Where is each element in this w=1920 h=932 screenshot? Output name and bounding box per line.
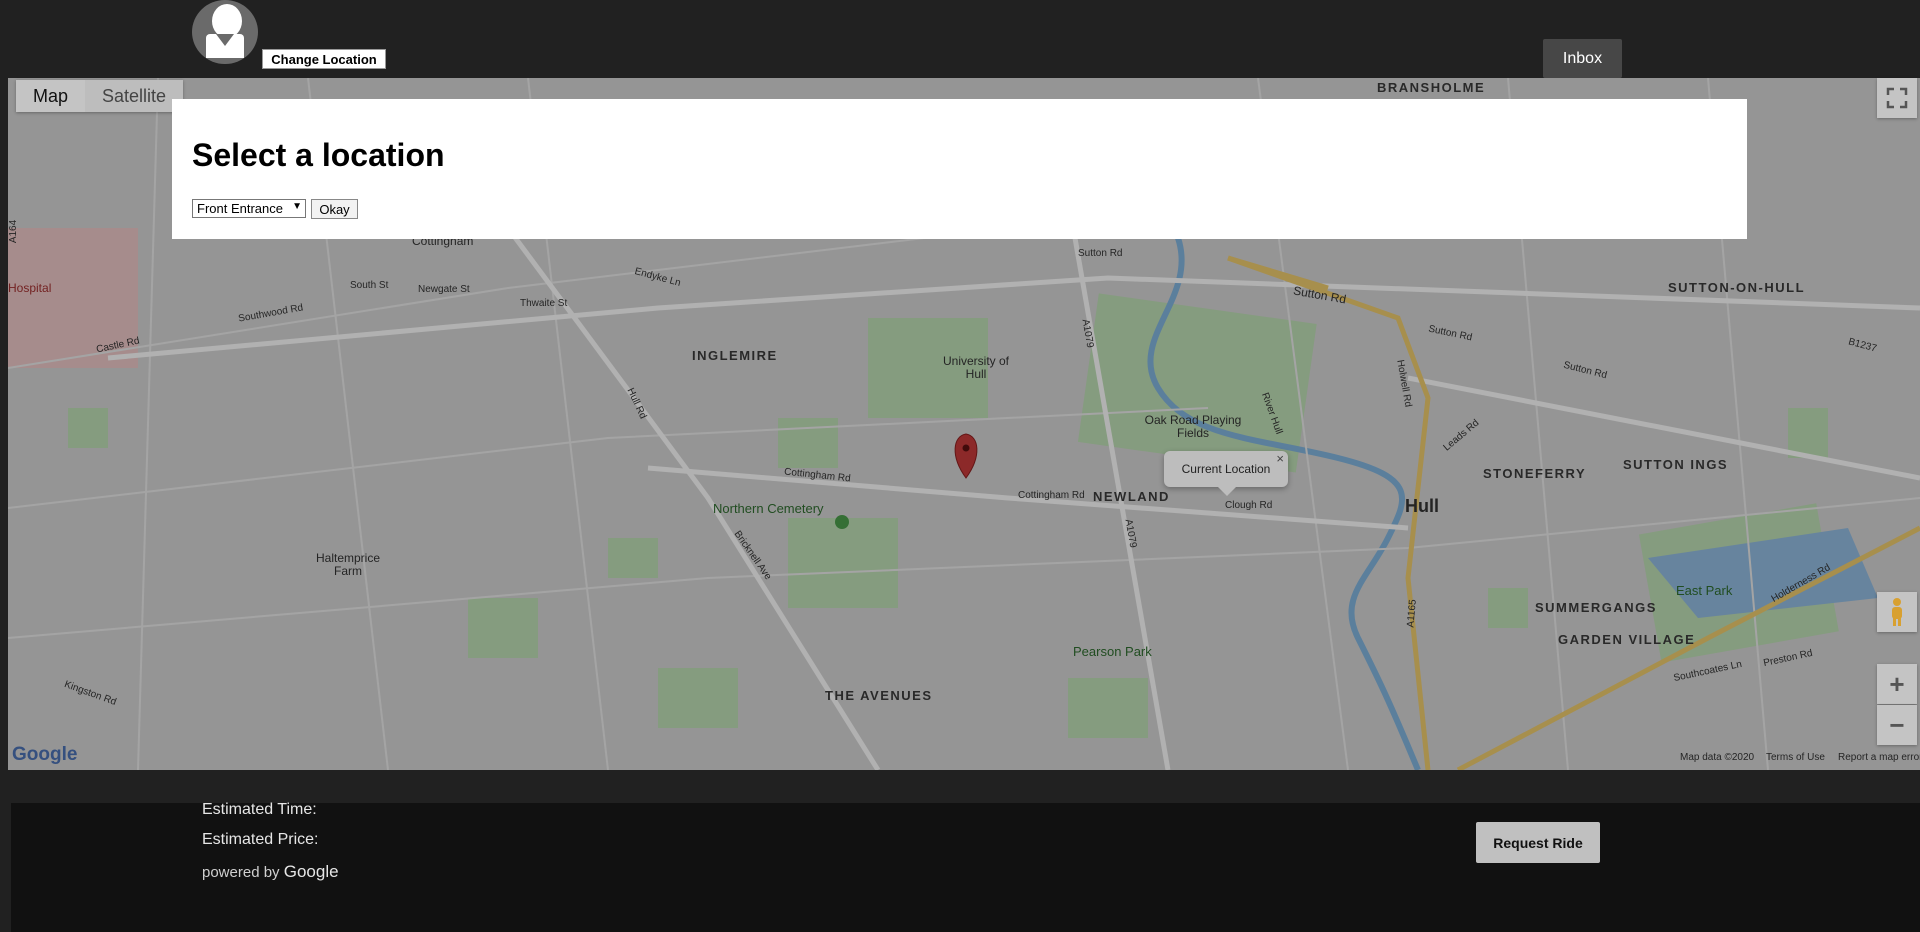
zoom-out-button[interactable]: −: [1877, 705, 1917, 745]
map-label-northern-cemetery: Northern Cemetery: [713, 501, 824, 516]
map-label-garden-village: GARDEN VILLAGE: [1558, 632, 1696, 647]
powered-by-google: powered by Google: [202, 862, 339, 882]
info-window: Current Location ×: [1164, 451, 1288, 496]
map-attribution-data: Map data ©2020: [1680, 752, 1755, 763]
report-map-error-link[interactable]: Report a map error: [1838, 752, 1920, 763]
request-ride-button[interactable]: Request Ride: [1476, 822, 1600, 863]
map-label-oak-road: Oak Road Playing Fields: [1144, 413, 1242, 440]
pegman-icon: [1892, 598, 1902, 626]
map-label-haltemprice-farm: Haltemprice Farm: [315, 551, 381, 578]
estimated-price-label: Estimated Price:: [202, 831, 319, 848]
terms-of-use-link[interactable]: Terms of Use: [1766, 752, 1825, 763]
map-label-south-st: South St: [350, 280, 389, 291]
map-label-the-avenues: THE AVENUES: [825, 688, 933, 703]
dropdown-arrow-icon: ▼: [292, 201, 302, 212]
map-label-summergangs: SUMMERGANGS: [1535, 600, 1657, 615]
map-type-control: Map Satellite: [16, 80, 184, 112]
close-icon[interactable]: ×: [1276, 451, 1284, 466]
map-type-map-button[interactable]: Map: [16, 80, 86, 112]
change-location-button[interactable]: Change Location: [262, 49, 386, 69]
street-view-button[interactable]: [1877, 592, 1917, 632]
map-label-stoneferry: STONEFERRY: [1483, 466, 1587, 481]
location-select[interactable]: Front Entrance ▼: [192, 199, 306, 218]
map-label-hull: Hull: [1405, 496, 1439, 516]
powered-by-text: powered by: [202, 864, 280, 881]
map-label-east-park: East Park: [1676, 583, 1733, 598]
map-label-thwaite-st: Thwaite St: [520, 298, 568, 309]
map-label-newland: NEWLAND: [1093, 489, 1170, 504]
fullscreen-button[interactable]: [1877, 78, 1917, 118]
location-select-value: Front Entrance: [197, 201, 283, 216]
zoom-in-button[interactable]: +: [1877, 664, 1917, 704]
map-label-university: University of Hull: [942, 354, 1010, 381]
google-logo[interactable]: Google: [12, 744, 77, 766]
map-label-inglemire: INGLEMIRE: [692, 348, 778, 363]
map-label-pearson-park: Pearson Park: [1073, 644, 1152, 659]
map-type-satellite-button[interactable]: Satellite: [85, 80, 183, 112]
okay-button[interactable]: Okay: [311, 199, 358, 219]
map-label-cottingham-rd-2: Cottingham Rd: [1018, 490, 1085, 501]
map-label-newgate-st: Newgate St: [418, 284, 470, 295]
map-label-sutton-ings: SUTTON INGS: [1623, 457, 1729, 472]
map-label-sutton-rd-1: Sutton Rd: [1078, 248, 1123, 259]
location-modal: Select a location Front Entrance ▼ Okay: [172, 99, 1747, 239]
map-label-a164: A164: [8, 219, 20, 244]
map-label-clough-rd: Clough Rd: [1225, 500, 1273, 511]
map-label-hospital: Hospital: [8, 281, 52, 295]
estimated-time-label: Estimated Time:: [202, 801, 317, 818]
google-brand-text: Google: [283, 862, 339, 881]
avatar: [192, 0, 258, 64]
info-window-text: Current Location: [1181, 462, 1271, 476]
modal-title: Select a location: [192, 137, 445, 173]
map-label-sutton-on-hull: SUTTON-ON-HULL: [1668, 280, 1806, 295]
map-label-bransholme: BRANSHOLME: [1377, 80, 1486, 95]
fullscreen-icon: [1886, 87, 1908, 109]
inbox-button[interactable]: Inbox: [1543, 39, 1622, 78]
